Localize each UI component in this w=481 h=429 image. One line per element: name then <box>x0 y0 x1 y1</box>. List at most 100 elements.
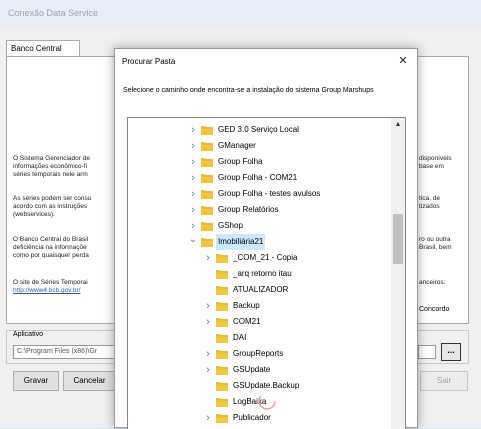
folder-label: GSUpdate <box>233 365 271 374</box>
folder-item[interactable]: › _COM_21 - Copia <box>128 250 390 266</box>
folder-item[interactable]: › Backup <box>128 298 390 314</box>
dialog-description: Selecione o caminho onde encontra-se a i… <box>123 87 374 94</box>
chevron-right-icon[interactable]: › <box>188 170 198 186</box>
info-text-right-2: tica, de tizados <box>419 195 440 210</box>
folder-icon <box>216 413 228 423</box>
folder-icon <box>201 157 213 167</box>
folder-icon <box>216 365 228 375</box>
folder-tree[interactable]: › GED 3.0 Serviço Local › GManager › Group Fo… <box>127 117 406 429</box>
folder-item[interactable]: › Group Relatórios <box>128 202 390 218</box>
folder-icon <box>201 221 213 231</box>
expander-placeholder <box>203 266 213 282</box>
chevron-right-icon[interactable]: › <box>188 218 198 234</box>
folder-item[interactable]: › Group Folha <box>128 154 390 170</box>
folder-icon <box>201 173 213 183</box>
expander-placeholder <box>203 394 213 410</box>
gravar-button[interactable]: Gravar <box>13 371 59 391</box>
window-title: Conexão Data Service <box>0 0 481 27</box>
chevron-right-icon[interactable]: › <box>188 122 198 138</box>
browse-button[interactable]: ... <box>441 343 461 361</box>
tab-banco-central[interactable]: Banco Central <box>6 40 80 57</box>
aplicativo-label: Aplicativo <box>11 331 45 339</box>
folder-icon <box>201 205 213 215</box>
chevron-right-icon[interactable]: › <box>203 250 213 266</box>
folder-item[interactable]: › GroupReports <box>128 346 390 362</box>
chevron-right-icon[interactable]: › <box>203 410 213 426</box>
chevron-right-icon[interactable]: › <box>203 314 213 330</box>
info-text-3: O Banco Central do Brasil deficiência na… <box>13 236 89 259</box>
folder-item[interactable]: › COM21 <box>128 314 390 330</box>
folder-icon <box>201 189 213 199</box>
bcb-link[interactable]: http://www4.bcb.gov.br/ <box>13 287 116 295</box>
info-text-1: O Sistema Gerenciador de informações eco… <box>13 155 90 178</box>
folder-label: Publicador <box>233 413 271 422</box>
folder-label: GroupReports <box>233 349 284 358</box>
folder-item[interactable]: › Publicador <box>128 410 390 426</box>
folder-item[interactable]: ⌄ Imobiliária21 <box>128 234 390 250</box>
folder-label: Backup <box>233 301 260 310</box>
path-input-end[interactable] <box>418 345 436 359</box>
folder-label: COM21 <box>233 317 261 326</box>
sair-button[interactable]: Sair <box>420 371 468 391</box>
chevron-right-icon[interactable]: › <box>188 154 198 170</box>
folder-item[interactable]: › Group Folha - testes avulsos <box>128 186 390 202</box>
folder-item[interactable]: DAI <box>128 330 390 346</box>
folder-item[interactable]: › Group Folha - COM21 <box>128 170 390 186</box>
browse-folder-dialog: Procurar Pasta ✕ Selecione o caminho ond… <box>114 48 418 429</box>
scroll-thumb[interactable] <box>393 214 403 264</box>
folder-label: Group Folha - testes avulsos <box>218 189 321 198</box>
folder-icon <box>216 381 228 391</box>
dialog-title: Procurar Pasta <box>122 57 176 66</box>
path-input[interactable]: C:\Program Files (x86)\Gr <box>13 345 117 359</box>
folder-item[interactable]: › GSUpdate <box>128 362 390 378</box>
folder-label: Group Folha - COM21 <box>218 173 298 182</box>
info-text-right-1: disponíveis base em <box>419 155 452 170</box>
folder-label: Group Folha <box>218 157 263 166</box>
info-text-4: O site de Séries Temporai <box>13 279 88 286</box>
chevron-right-icon[interactable]: › <box>203 346 213 362</box>
folder-icon <box>201 141 213 151</box>
concordo-label: Concordo <box>419 306 450 313</box>
loading-spinner-icon <box>258 392 276 410</box>
folder-label: GED 3.0 Serviço Local <box>218 125 299 134</box>
folder-item[interactable]: ATUALIZADOR <box>128 282 390 298</box>
info-text-right-3: ro ou outra Brasil, bem <box>419 236 452 251</box>
chevron-right-icon[interactable]: › <box>203 298 213 314</box>
folder-label: Imobiliária21 <box>216 234 266 250</box>
folder-icon <box>216 397 228 407</box>
info-text-2: As séries podem ser consu acordo com as … <box>13 195 92 218</box>
folder-label: _arq retorno itau <box>233 269 292 278</box>
folder-label: GShop <box>218 221 243 230</box>
chevron-right-icon[interactable]: › <box>188 138 198 154</box>
chevron-right-icon[interactable]: › <box>188 186 198 202</box>
folder-icon <box>216 269 228 279</box>
concordo-checkbox[interactable]: Concordo <box>413 303 468 317</box>
expander-placeholder <box>203 330 213 346</box>
chevron-down-icon[interactable]: ⌄ <box>188 234 198 250</box>
folder-item[interactable]: › GED 3.0 Serviço Local <box>128 122 390 138</box>
folder-label: Group Relatórios <box>218 205 279 214</box>
folder-label: DAI <box>233 333 247 342</box>
folder-item[interactable]: › GManager <box>128 138 390 154</box>
folder-icon <box>216 317 228 327</box>
folder-label: GManager <box>218 141 256 150</box>
folder-icon <box>216 333 228 343</box>
folder-icon <box>201 125 213 135</box>
folder-label: ATUALIZADOR <box>233 285 289 294</box>
tree-scrollbar[interactable]: ▲ <box>391 118 405 429</box>
chevron-right-icon[interactable]: › <box>188 202 198 218</box>
cancelar-button[interactable]: Cancelar <box>63 371 116 391</box>
folder-item[interactable]: › GShop <box>128 218 390 234</box>
folder-icon <box>201 237 213 247</box>
folder-icon <box>216 301 228 311</box>
folder-label: _COM_21 - Copia <box>233 253 298 262</box>
expander-placeholder <box>203 378 213 394</box>
folder-icon <box>216 349 228 359</box>
close-icon[interactable]: ✕ <box>395 53 411 69</box>
folder-icon <box>216 285 228 295</box>
folder-item[interactable]: _arq retorno itau <box>128 266 390 282</box>
scroll-up-icon[interactable]: ▲ <box>391 120 405 130</box>
folder-icon <box>216 253 228 263</box>
chevron-right-icon[interactable]: › <box>203 362 213 378</box>
expander-placeholder <box>203 282 213 298</box>
